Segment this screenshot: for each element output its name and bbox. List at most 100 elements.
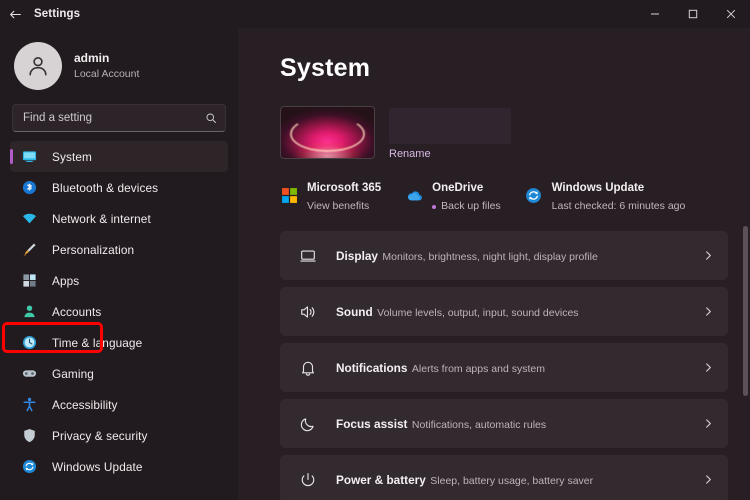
device-hero: Rename	[280, 106, 728, 160]
quick-link-windows-update[interactable]: Windows Update Last checked: 6 minutes a…	[525, 177, 686, 213]
quick-link-subtitle: Last checked: 6 minutes ago	[552, 200, 686, 214]
settings-row-display[interactable]: Display Monitors, brightness, night ligh…	[280, 231, 728, 280]
sidebar-item-label: Windows Update	[52, 460, 143, 474]
quick-link-subtitle-wrap: Back up files	[432, 200, 501, 214]
quick-link-microsoft-365[interactable]: Microsoft 365 View benefits	[280, 177, 381, 213]
device-name-redacted	[389, 108, 511, 144]
monitor-icon	[20, 148, 38, 166]
settings-row-title: Notifications	[336, 361, 407, 375]
settings-row-subtitle: Alerts from apps and system	[412, 363, 545, 375]
windows-update-icon	[525, 186, 543, 204]
main-content: System Rename Microsoft 365	[238, 28, 750, 500]
shield-icon	[20, 427, 38, 445]
chevron-right-icon	[703, 306, 714, 317]
search-container	[0, 104, 238, 132]
settings-row-title: Sound	[336, 305, 373, 319]
sound-icon	[297, 303, 319, 321]
sidebar-item-network-internet[interactable]: Network & internet	[10, 203, 228, 234]
accessibility-icon	[20, 396, 38, 414]
account-header[interactable]: admin Local Account	[0, 28, 238, 102]
chevron-right-icon	[703, 474, 714, 485]
sidebar-item-label: Personalization	[52, 243, 134, 257]
account-type: Local Account	[74, 68, 139, 81]
quick-link-title: Windows Update	[552, 182, 645, 194]
bell-icon	[297, 359, 319, 377]
chevron-right-icon	[703, 250, 714, 261]
sidebar-item-time-language[interactable]: Time & language	[10, 327, 228, 358]
sidebar-item-accounts[interactable]: Accounts	[10, 296, 228, 327]
rename-button[interactable]: Rename	[389, 148, 511, 160]
chevron-right-icon	[703, 362, 714, 373]
sidebar-item-accessibility[interactable]: Accessibility	[10, 389, 228, 420]
sidebar-item-label: System	[52, 150, 92, 164]
microsoft-365-icon	[280, 186, 298, 204]
sidebar-item-label: Accounts	[52, 305, 101, 319]
window-title: Settings	[34, 8, 80, 20]
gamepad-icon	[20, 365, 38, 383]
settings-row-subtitle: Volume levels, output, input, sound devi…	[377, 307, 578, 319]
settings-window: Settings admin Local Ac	[0, 0, 750, 500]
back-arrow-icon[interactable]	[0, 0, 30, 28]
clock-icon	[20, 334, 38, 352]
sidebar-item-label: Apps	[52, 274, 79, 288]
window-body: admin Local Account	[0, 28, 750, 500]
quick-links: Microsoft 365 View benefits OneDrive	[280, 177, 728, 213]
paintbrush-icon	[20, 241, 38, 259]
chevron-right-icon	[703, 418, 714, 429]
close-button[interactable]	[712, 0, 750, 28]
sidebar-item-windows-update[interactable]: Windows Update	[10, 451, 228, 482]
title-bar: Settings	[0, 0, 750, 28]
settings-row-title: Power & battery	[336, 473, 426, 487]
moon-icon	[297, 415, 319, 433]
minimize-button[interactable]	[636, 0, 674, 28]
settings-row-title: Focus assist	[336, 417, 407, 431]
accounts-icon	[20, 303, 38, 321]
settings-row-power-battery[interactable]: Power & battery Sleep, battery usage, ba…	[280, 455, 728, 500]
quick-link-subtitle: Back up files	[441, 200, 501, 214]
sidebar-item-label: Bluetooth & devices	[52, 181, 158, 195]
avatar	[14, 42, 62, 90]
settings-row-sound[interactable]: Sound Volume levels, output, input, soun…	[280, 287, 728, 336]
sidebar-item-label: Accessibility	[52, 398, 118, 412]
quick-link-onedrive[interactable]: OneDrive Back up files	[405, 177, 501, 213]
sidebar-item-personalization[interactable]: Personalization	[10, 234, 228, 265]
sidebar-nav: System Bluetooth & devices Network & int…	[0, 141, 238, 482]
sidebar-item-label: Privacy & security	[52, 429, 148, 443]
power-icon	[297, 471, 319, 489]
sidebar: admin Local Account	[0, 28, 238, 500]
settings-row-title: Display	[336, 249, 378, 263]
search-input[interactable]	[23, 112, 205, 124]
settings-row-notifications[interactable]: Notifications Alerts from apps and syste…	[280, 343, 728, 392]
account-name: admin	[74, 51, 139, 66]
sidebar-item-label: Time & language	[52, 336, 142, 350]
wifi-icon	[20, 210, 38, 228]
quick-link-title: Microsoft 365	[307, 182, 381, 194]
maximize-button[interactable]	[674, 0, 712, 28]
page-title: System	[280, 54, 728, 83]
status-dot-icon	[432, 205, 436, 209]
settings-row-subtitle: Sleep, battery usage, battery saver	[430, 475, 593, 487]
main-scrollbar[interactable]	[743, 28, 748, 500]
quick-link-subtitle: View benefits	[307, 200, 381, 214]
sidebar-item-system[interactable]: System	[10, 141, 228, 172]
sidebar-item-privacy-security[interactable]: Privacy & security	[10, 420, 228, 451]
update-icon	[20, 458, 38, 476]
device-wallpaper-thumbnail	[280, 106, 375, 159]
settings-row-subtitle: Monitors, brightness, night light, displ…	[382, 251, 597, 263]
bluetooth-icon	[20, 179, 38, 197]
search-icon	[205, 112, 217, 124]
apps-icon	[20, 272, 38, 290]
sidebar-item-gaming[interactable]: Gaming	[10, 358, 228, 389]
settings-row-focus-assist[interactable]: Focus assist Notifications, automatic ru…	[280, 399, 728, 448]
scrollbar-thumb[interactable]	[743, 226, 748, 396]
onedrive-icon	[405, 186, 423, 204]
search-box[interactable]	[12, 104, 226, 132]
sidebar-item-bluetooth-devices[interactable]: Bluetooth & devices	[10, 172, 228, 203]
sidebar-item-label: Network & internet	[52, 212, 151, 226]
display-icon	[297, 247, 319, 265]
sidebar-item-apps[interactable]: Apps	[10, 265, 228, 296]
settings-list: Display Monitors, brightness, night ligh…	[280, 231, 728, 500]
sidebar-item-label: Gaming	[52, 367, 94, 381]
settings-row-subtitle: Notifications, automatic rules	[412, 419, 546, 431]
quick-link-title: OneDrive	[432, 182, 483, 194]
